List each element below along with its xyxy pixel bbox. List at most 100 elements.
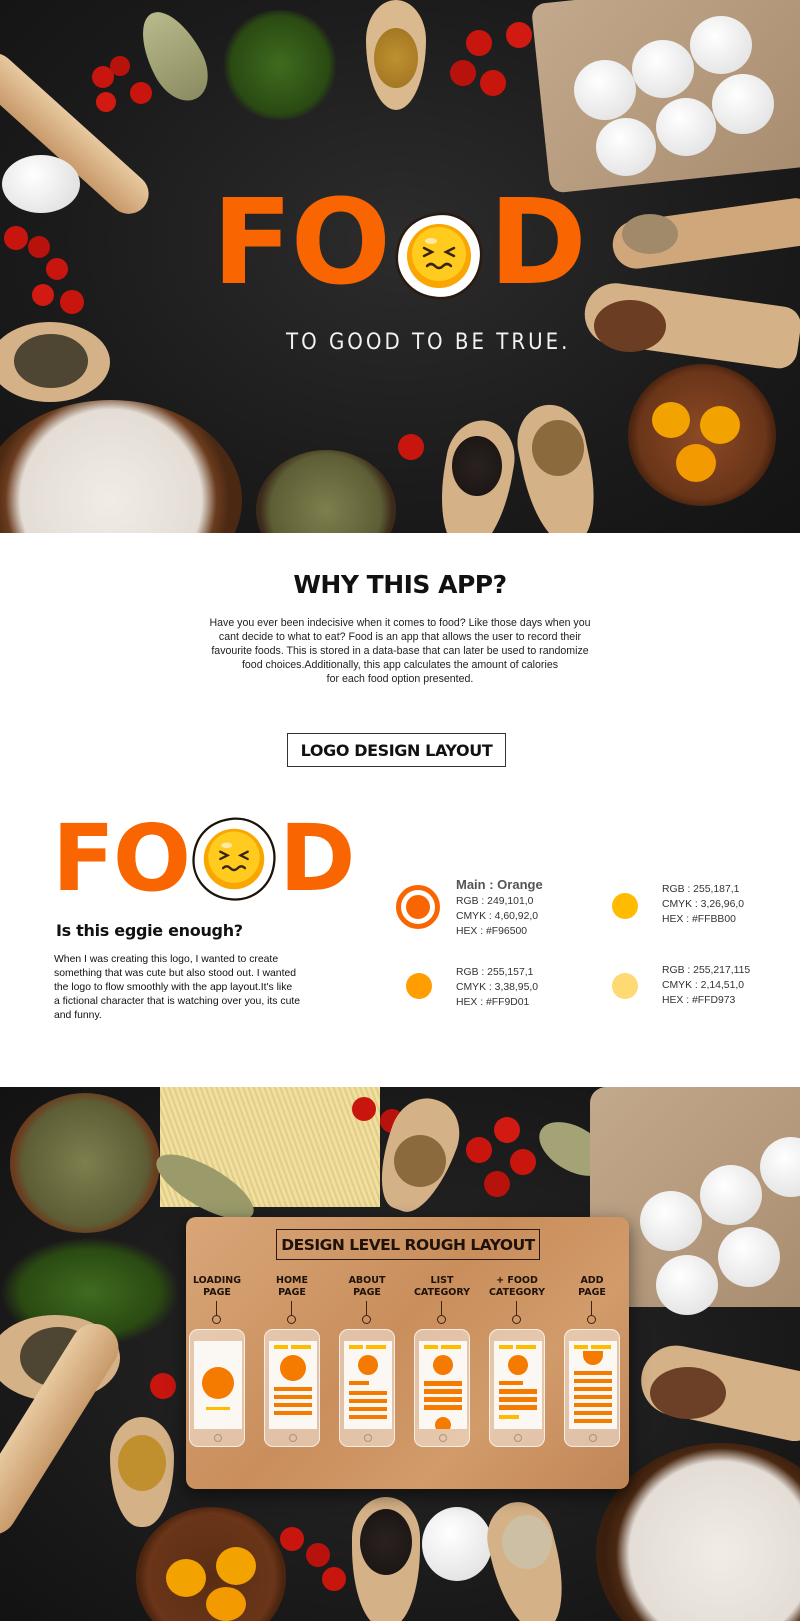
content-bar xyxy=(349,1415,387,1419)
tomato-image xyxy=(280,1527,304,1551)
logo-letter-o: O xyxy=(112,805,191,912)
content-bar xyxy=(274,1395,312,1399)
eggie-line: the logo to flow smoothly with the app l… xyxy=(54,982,293,993)
content-bar xyxy=(574,1371,612,1375)
tomato-image xyxy=(96,92,116,112)
content-bar xyxy=(499,1397,537,1402)
home-button xyxy=(514,1434,522,1442)
screen-label: LOADING PAGE xyxy=(187,1275,247,1301)
nav-bar xyxy=(274,1345,288,1349)
home-button xyxy=(589,1434,597,1442)
content-bar xyxy=(349,1391,387,1395)
yolk-image xyxy=(206,1587,246,1621)
wordmark-letter-o: O xyxy=(290,173,391,311)
egg-mascot-icon xyxy=(391,194,487,300)
egg-image xyxy=(656,1255,718,1315)
tomato-image xyxy=(28,236,50,258)
swatch-main-orange xyxy=(396,885,440,929)
content-bar xyxy=(574,1411,612,1415)
loading-bar xyxy=(206,1407,230,1410)
content-bar xyxy=(349,1399,387,1403)
tomato-image xyxy=(466,1137,492,1163)
content-bar xyxy=(574,1387,612,1391)
wordmark-letter-d: D xyxy=(488,173,587,311)
screen-label-line: CATEGORY xyxy=(413,1287,471,1298)
egg-image xyxy=(596,118,656,176)
screen-label: + FOOD CATEGORY xyxy=(487,1275,547,1301)
bay-leaves-bowl-image xyxy=(10,1093,160,1233)
phone-wireframe xyxy=(564,1329,620,1447)
screen-about: ABOUT PAGE xyxy=(337,1275,397,1447)
yolk-image xyxy=(652,402,690,438)
eggie-line: and funny. xyxy=(54,1010,102,1021)
tomato-image xyxy=(450,60,476,86)
phone-screen xyxy=(194,1341,242,1429)
yolk-image xyxy=(700,406,740,444)
nav-bar xyxy=(499,1345,513,1349)
content-bar xyxy=(274,1403,312,1407)
ground-spice-image xyxy=(594,300,666,352)
screen-label-line: + FOOD xyxy=(496,1275,538,1286)
phone-screen xyxy=(344,1341,392,1429)
avatar-circle xyxy=(280,1355,306,1381)
content-bar xyxy=(499,1389,537,1394)
connector xyxy=(337,1301,397,1324)
home-button xyxy=(439,1434,447,1442)
why-line: for each food option presented. xyxy=(326,673,474,685)
wordmark-letter-f: F xyxy=(212,173,293,311)
content-bar xyxy=(499,1381,523,1385)
egg-image xyxy=(574,60,636,120)
bay-leaves-bowl-image xyxy=(256,450,396,533)
logo-circle xyxy=(202,1367,234,1399)
ground-spice-image xyxy=(650,1367,726,1419)
screen-label-line: HOME xyxy=(276,1275,308,1286)
cutting-board: DESIGN LEVEL ROUGH LAYOUT LOADING PAGE HO… xyxy=(186,1217,629,1489)
logo-design-layout-heading: LOGO DESIGN LAYOUT xyxy=(287,733,506,767)
ground-spice-image xyxy=(622,214,678,254)
phone-wireframe xyxy=(489,1329,545,1447)
fab-circle xyxy=(435,1417,451,1429)
why-line: food choices.Additionally, this app calc… xyxy=(241,659,559,671)
logo-wordmark: F O D xyxy=(52,805,355,912)
nav-bar xyxy=(291,1345,311,1349)
swatch-hex: HEX : #FFBB00 xyxy=(662,914,736,925)
rough-layout-banner: DESIGN LEVEL ROUGH LAYOUT LOADING PAGE HO… xyxy=(0,1087,800,1621)
tomato-image xyxy=(130,82,152,104)
logo-letter-d: D xyxy=(279,805,355,912)
nav-bar xyxy=(441,1345,461,1349)
logo-letter-f: F xyxy=(52,805,115,912)
screen-label-line: PAGE xyxy=(353,1287,381,1298)
why-description: Have you ever been indecisive when it co… xyxy=(190,616,610,686)
egg-image xyxy=(690,16,752,74)
swatch-rgb: RGB : 255,187,1 xyxy=(662,884,740,895)
content-bar xyxy=(424,1397,462,1402)
screen-label-line: LIST xyxy=(430,1275,454,1286)
screen-label-line: PAGE xyxy=(278,1287,306,1298)
tomato-image xyxy=(506,22,532,48)
screen-list-category: LIST CATEGORY xyxy=(412,1275,472,1447)
eggie-description: When I was creating this logo, I wanted … xyxy=(54,953,334,1023)
screen-label: ADD PAGE xyxy=(562,1275,622,1301)
content-bar xyxy=(424,1381,462,1386)
swatch-yolk-info: RGB : 255,187,1 CMYK : 3,26,96,0 HEX : #… xyxy=(662,882,744,927)
egg-image xyxy=(712,74,774,134)
ground-spice-image xyxy=(14,334,88,388)
connector xyxy=(412,1301,472,1324)
egg-image xyxy=(2,155,80,213)
phone-wireframe xyxy=(189,1329,245,1447)
tomato-image xyxy=(466,30,492,56)
swatch-cmyk: CMYK : 2,14,51,0 xyxy=(662,980,745,991)
tomato-image xyxy=(352,1097,376,1121)
tomato-image xyxy=(510,1149,536,1175)
swatch-mid-orange xyxy=(406,973,432,999)
tomato-image xyxy=(484,1171,510,1197)
content-bar xyxy=(349,1381,369,1385)
why-line: Have you ever been indecisive when it co… xyxy=(209,617,591,629)
egg-image xyxy=(632,40,694,98)
content-bar xyxy=(424,1405,462,1410)
connector xyxy=(262,1301,322,1324)
tomato-image xyxy=(398,434,424,460)
content-bar xyxy=(574,1419,612,1423)
screen-label: LIST CATEGORY xyxy=(412,1275,472,1301)
swatch-rgb: RGB : 255,157,1 xyxy=(456,967,534,978)
